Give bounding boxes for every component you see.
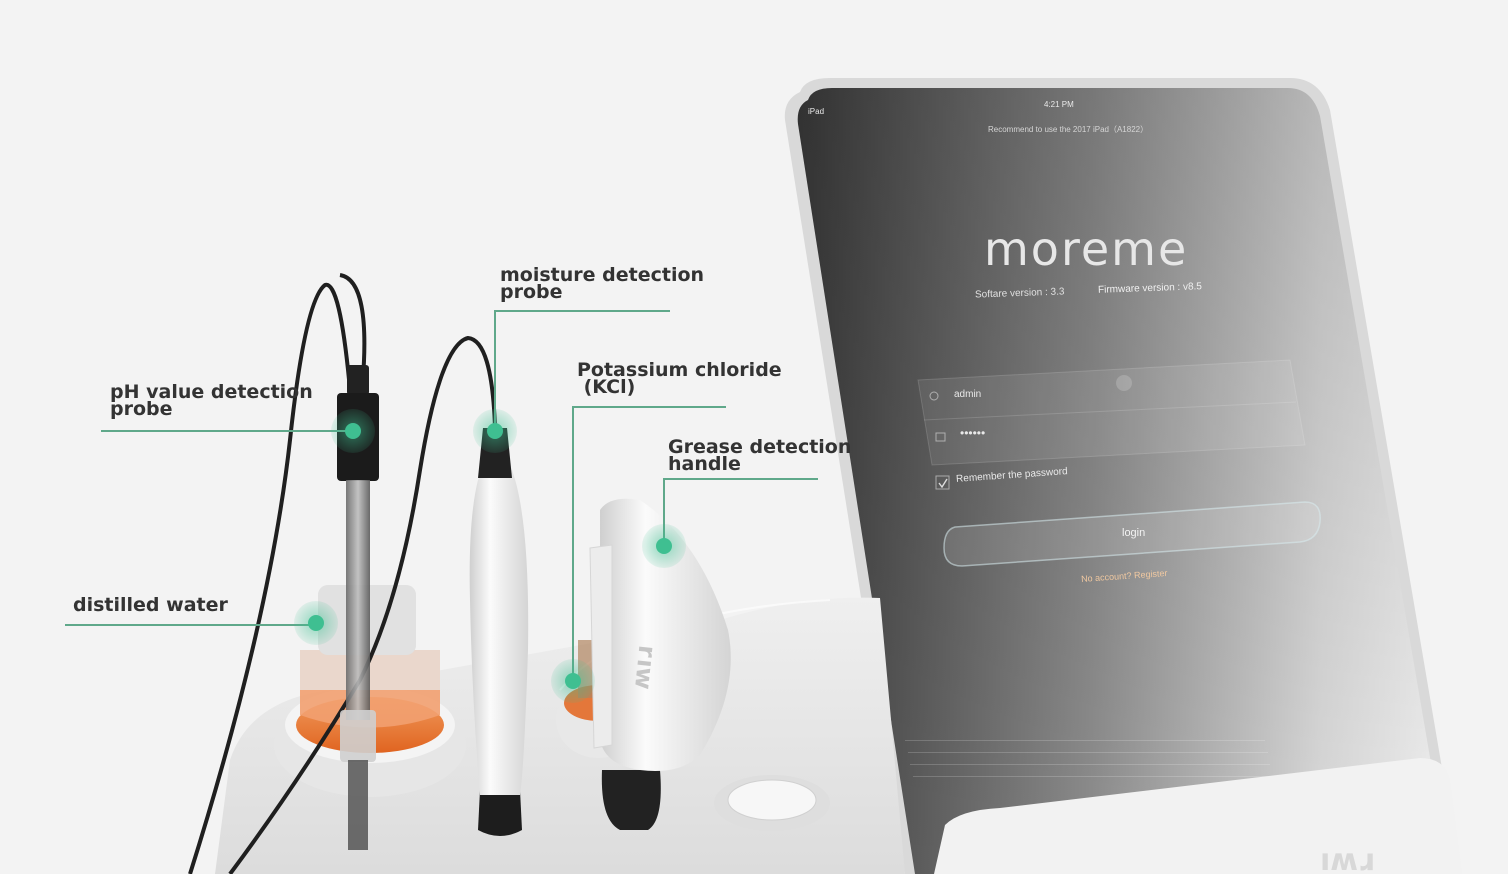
tablet-notice: Recommend to use the 2017 iPad（A1822） (988, 125, 1149, 134)
kcl-label-line2: (KCl) (577, 376, 636, 398)
tablet-username-field[interactable]: admin (954, 389, 981, 400)
distilled-water-marker (294, 601, 338, 645)
moisture-probe-label: moisture detection probe (500, 266, 704, 303)
tablet-brand-logo: moreme (984, 222, 1189, 276)
kcl-marker (551, 659, 595, 703)
grease-handle-leader (663, 478, 818, 546)
ph-probe-label-line2: probe (110, 398, 173, 420)
tablet-status-time: 4:21 PM (1044, 100, 1074, 109)
grease-handle-label: Grease detection handle (668, 438, 851, 475)
moisture-probe-label-line2: probe (500, 281, 563, 303)
distilled-water-label: distilled water (73, 594, 228, 616)
distilled-water-label-line1: distilled water (73, 594, 228, 616)
socket-dermatoscope (714, 775, 830, 831)
svg-text:ıʍɹ: ıʍɹ (1320, 843, 1374, 874)
grease-handle-marker (642, 524, 686, 568)
kcl-label: Potassium chloride (KCl) (577, 361, 782, 398)
tablet-login-button[interactable]: login (1122, 527, 1145, 539)
device-logo-ghost: ıʍɹ (1320, 843, 1374, 874)
ph-probe-label: pH value detection probe (110, 383, 313, 420)
tablet-password-field[interactable]: •••••• (960, 426, 985, 440)
ph-probe-marker (331, 409, 375, 453)
moisture-probe-marker (473, 409, 517, 453)
grease-handle-label-line2: handle (668, 453, 741, 475)
tablet-status-device: iPad (808, 107, 825, 116)
svg-text:ʍıɹ: ʍıɹ (626, 645, 658, 691)
